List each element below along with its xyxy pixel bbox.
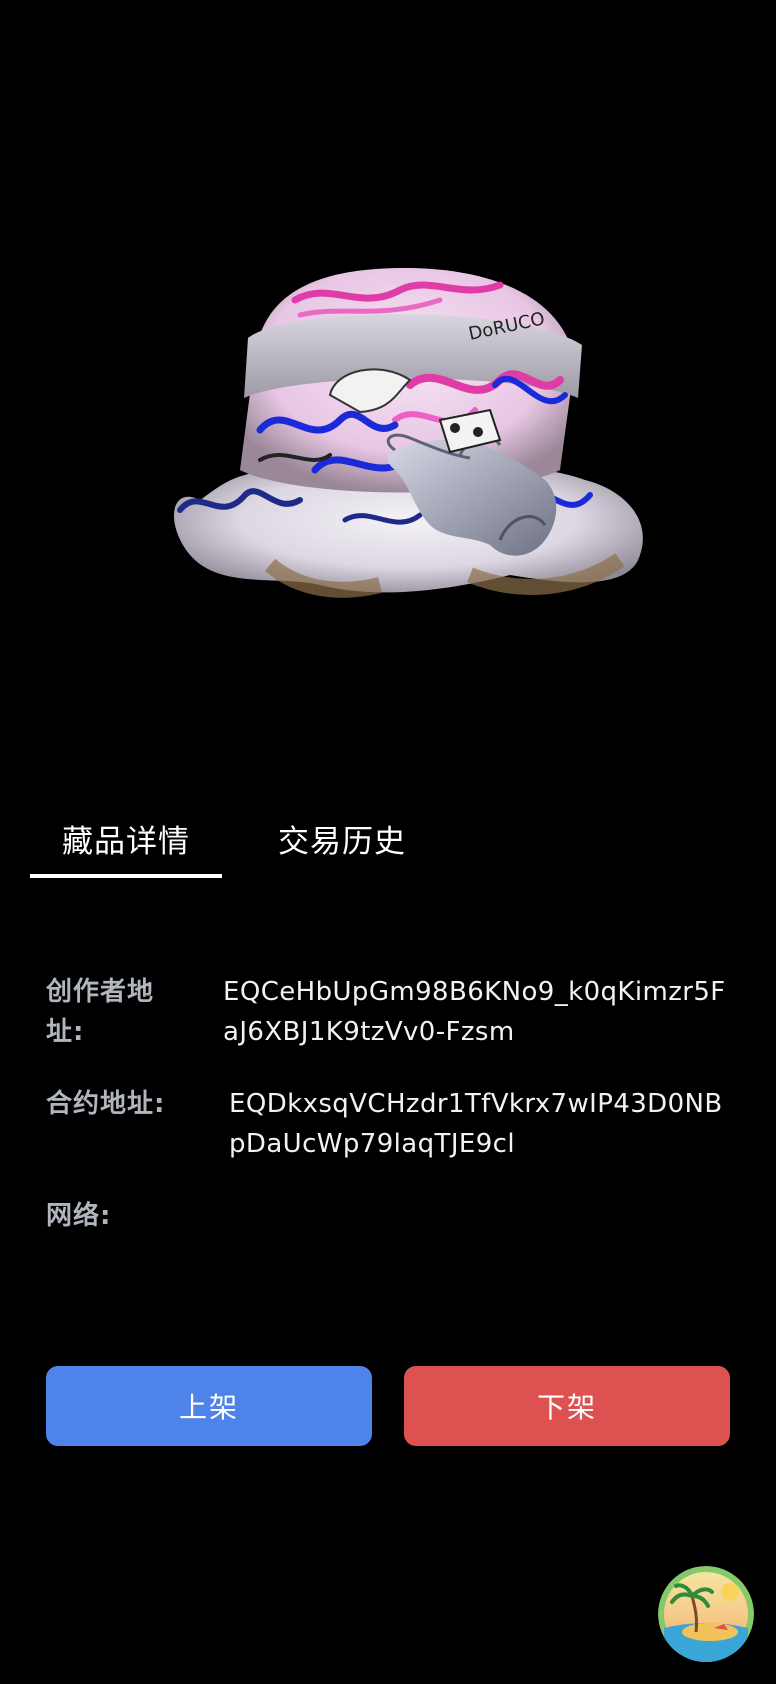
beach-island-icon xyxy=(658,1566,754,1662)
contract-address-label: 合约地址: xyxy=(46,1089,166,1119)
graffiti-hat-illustration: DoRUCO xyxy=(173,268,643,598)
contract-address-row: 合约地址: EQDkxsqVCHzdr1TfVkrx7wIP43D0NBpDaU… xyxy=(46,1084,746,1196)
contract-address-value: EQDkxsqVCHzdr1TfVkrx7wIP43D0NBpDaUcWp79l… xyxy=(229,1089,723,1159)
collection-details: 创作者地址: EQCeHbUpGm98B6KNo9_k0qKimzr5FaJ6X… xyxy=(46,972,746,1236)
delist-button[interactable]: 下架 xyxy=(404,1366,730,1446)
creator-address-label: 创作者地址: xyxy=(46,977,155,1047)
tab-trade-history[interactable]: 交易历史 xyxy=(222,800,462,878)
list-button[interactable]: 上架 xyxy=(46,1366,372,1446)
network-label: 网络: xyxy=(46,1201,112,1231)
tab-bar: 藏品详情 交易历史 xyxy=(30,800,462,878)
creator-address-value: EQCeHbUpGm98B6KNo9_k0qKimzr5FaJ6XBJ1K9tz… xyxy=(223,977,726,1047)
creator-address-row: 创作者地址: EQCeHbUpGm98B6KNo9_k0qKimzr5FaJ6X… xyxy=(46,972,746,1084)
nft-image: DoRUCO xyxy=(0,0,776,760)
network-row: 网络: xyxy=(46,1196,746,1236)
floating-avatar-button[interactable] xyxy=(658,1566,754,1662)
tab-collection-details[interactable]: 藏品详情 xyxy=(30,800,222,878)
